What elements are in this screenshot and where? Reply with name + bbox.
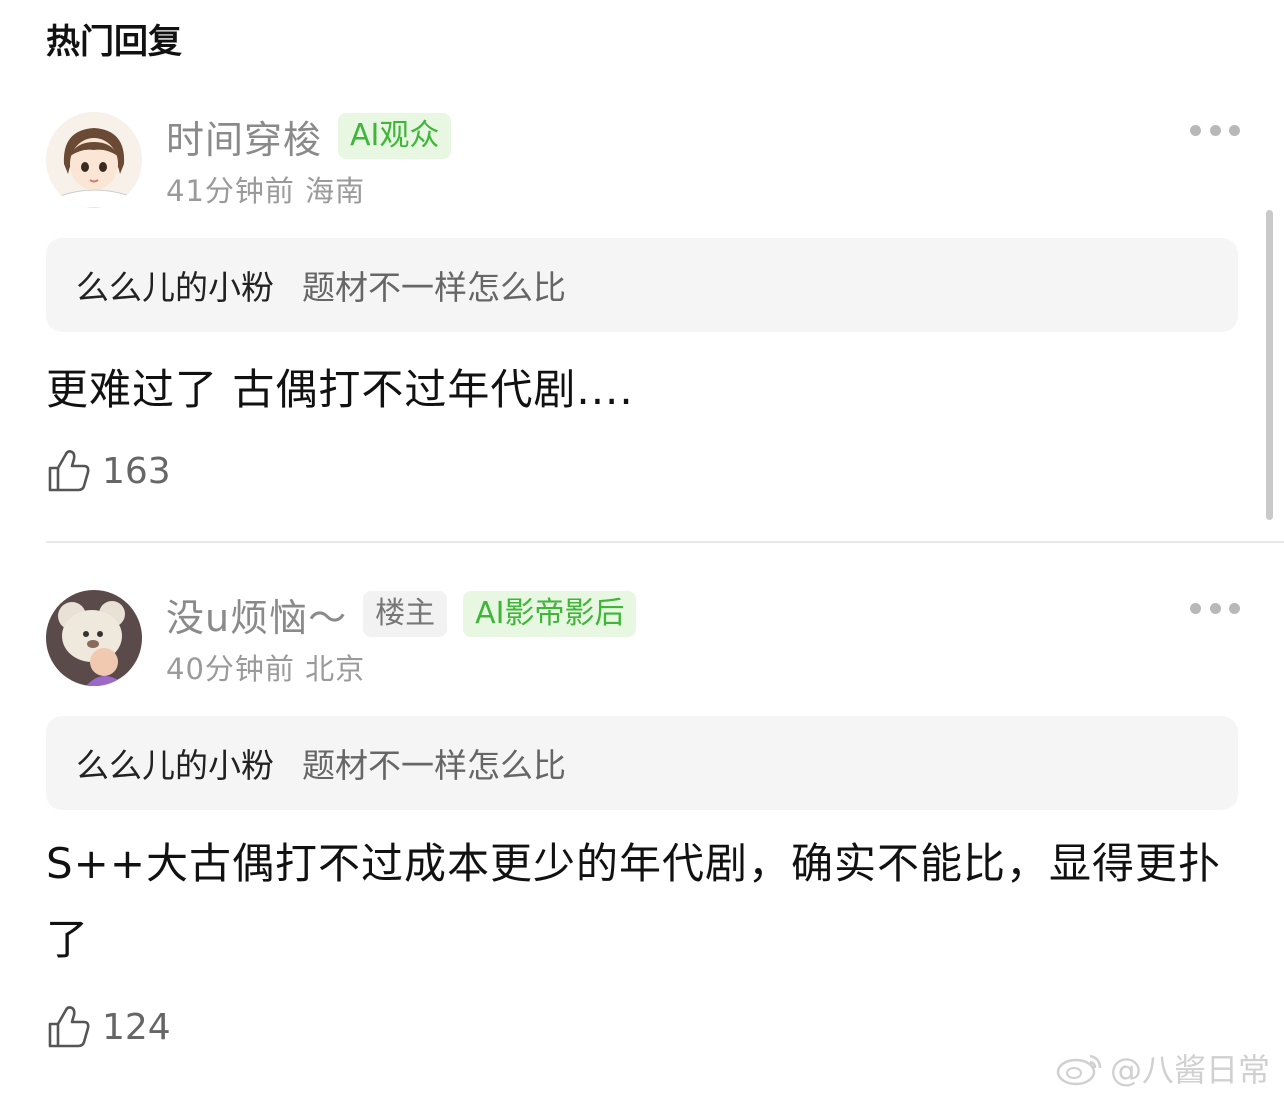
comment-meta: 40分钟前 北京 [166,646,365,688]
location: 北京 [305,652,366,686]
quote-text: 题材不一样怎么比 [302,746,566,785]
thumbs-up-icon [48,1006,90,1048]
watermark-text: @八酱日常 [1109,1051,1270,1089]
more-icon[interactable] [1190,598,1240,618]
username[interactable]: 时间穿梭 [166,109,322,164]
ai-badge[interactable]: AI影帝影后 [463,591,637,637]
location: 海南 [305,174,366,208]
hot-replies-page: 热门回复 时间穿梭 AI观众 41分钟前 海南 么么儿的小粉 题材不一样怎么比 … [0,0,1284,1101]
name-row: 时间穿梭 AI观众 [166,108,452,164]
quote-username[interactable]: 么么儿的小粉 [76,261,274,309]
quote-username[interactable]: 么么儿的小粉 [76,739,274,787]
comment-divider [46,541,1284,543]
quoted-reply[interactable]: 么么儿的小粉 题材不一样怎么比 [46,238,1238,332]
avatar-girl-illustration [46,112,142,208]
comment-content: 更难过了 古偶打不过年代剧.... [46,365,634,414]
weibo-logo-icon [1056,1054,1102,1086]
owner-badge: 楼主 [363,591,448,637]
like-button[interactable]: 124 [46,1004,171,1050]
avatar[interactable] [46,590,142,686]
name-row: 没u烦恼～ 楼主 AI影帝影后 [166,586,637,642]
timestamp: 41分钟前 [166,174,295,208]
timestamp: 40分钟前 [166,652,295,686]
like-count: 163 [102,450,171,492]
avatar-teddy-bear-photo [46,590,142,686]
watermark: @八酱日常 [1056,1045,1270,1091]
quoted-reply[interactable]: 么么儿的小粉 题材不一样怎么比 [46,716,1238,810]
thumbs-up-icon [48,450,90,492]
avatar[interactable] [46,112,142,208]
username[interactable]: 没u烦恼～ [166,587,347,642]
comment-content: S++大古偶打不过成本更少的年代剧，确实不能比，显得更扑了 [46,839,1222,964]
section-title: 热门回复 [46,22,182,62]
quote-text: 题材不一样怎么比 [302,268,566,307]
comment-meta: 41分钟前 海南 [166,168,365,210]
scrollbar[interactable] [1266,210,1273,520]
like-button[interactable]: 163 [46,448,171,494]
like-count: 124 [102,1006,171,1048]
ai-badge[interactable]: AI观众 [338,113,452,159]
more-icon[interactable] [1190,120,1240,140]
